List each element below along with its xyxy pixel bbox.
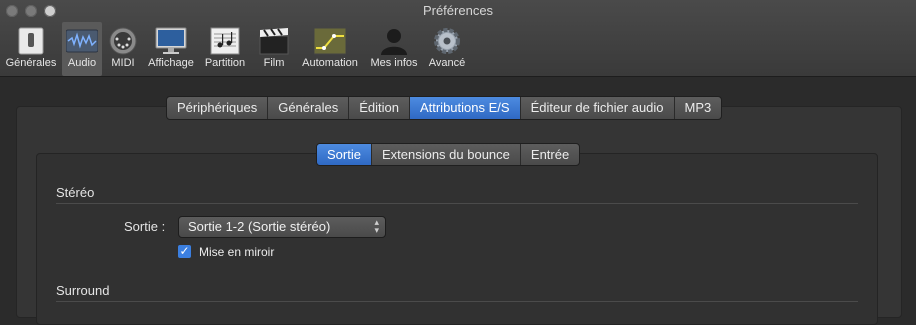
- output-label: Sortie :: [124, 219, 166, 234]
- window-title: Préférences: [422, 3, 494, 18]
- mirror-checkbox-label: Mise en miroir: [199, 245, 275, 259]
- audio-waveform-icon: [66, 29, 98, 53]
- popup-arrows-icon: ▴ ▾: [374, 217, 379, 235]
- toolbar-item-generales[interactable]: Générales: [2, 22, 60, 76]
- toolbar-item-audio[interactable]: Audio: [62, 22, 102, 76]
- subtab-sortie[interactable]: Sortie: [317, 144, 372, 165]
- surround-divider: [56, 301, 858, 302]
- subtab-entree[interactable]: Entrée: [521, 144, 579, 165]
- clapperboard-icon: [259, 28, 289, 55]
- subtab-extensions-bounce[interactable]: Extensions du bounce: [372, 144, 521, 165]
- stereo-heading: Stéréo: [56, 185, 95, 200]
- toolbar-item-midi[interactable]: MIDI: [104, 22, 142, 76]
- gear-icon: [434, 28, 460, 54]
- toolbar-item-mes-infos[interactable]: Mes infos: [366, 22, 422, 76]
- toolbar-item-affichage[interactable]: Affichage: [144, 22, 198, 76]
- mirror-checkbox[interactable]: ✓: [178, 245, 191, 258]
- tab-attributions-es[interactable]: Attributions E/S: [409, 97, 521, 119]
- tab-edition[interactable]: Édition: [349, 97, 410, 119]
- surround-heading: Surround: [56, 283, 110, 298]
- sub-tab-bar: Sortie Extensions du bounce Entrée: [316, 143, 581, 166]
- toolbar-item-film[interactable]: Film: [256, 22, 292, 76]
- monitor-icon: [155, 27, 187, 54]
- tab-mp3[interactable]: MP3: [675, 97, 722, 119]
- midi-connector-icon: [109, 27, 137, 55]
- output-popup[interactable]: Sortie 1-2 (Sortie stéréo) ▴ ▾: [178, 216, 386, 238]
- main-tab-bar: Périphériques Générales Édition Attribut…: [166, 96, 723, 120]
- toolbar-item-partition[interactable]: Partition: [200, 22, 250, 76]
- stereo-divider: [56, 203, 858, 204]
- switch-icon: [18, 27, 44, 55]
- automation-curve-icon: [314, 27, 346, 55]
- output-popup-value: Sortie 1-2 (Sortie stéréo): [188, 219, 331, 234]
- tab-generales[interactable]: Générales: [268, 97, 350, 119]
- music-score-icon: [210, 27, 240, 55]
- toolbar-item-automation[interactable]: Automation: [298, 22, 362, 76]
- tab-peripheriques[interactable]: Périphériques: [167, 97, 269, 119]
- toolbar-item-avance[interactable]: Avancé: [424, 22, 470, 76]
- io-assignments-pane: [36, 153, 878, 325]
- user-silhouette-icon: [381, 29, 407, 55]
- tab-editeur-fichier-audio[interactable]: Éditeur de fichier audio: [521, 97, 675, 119]
